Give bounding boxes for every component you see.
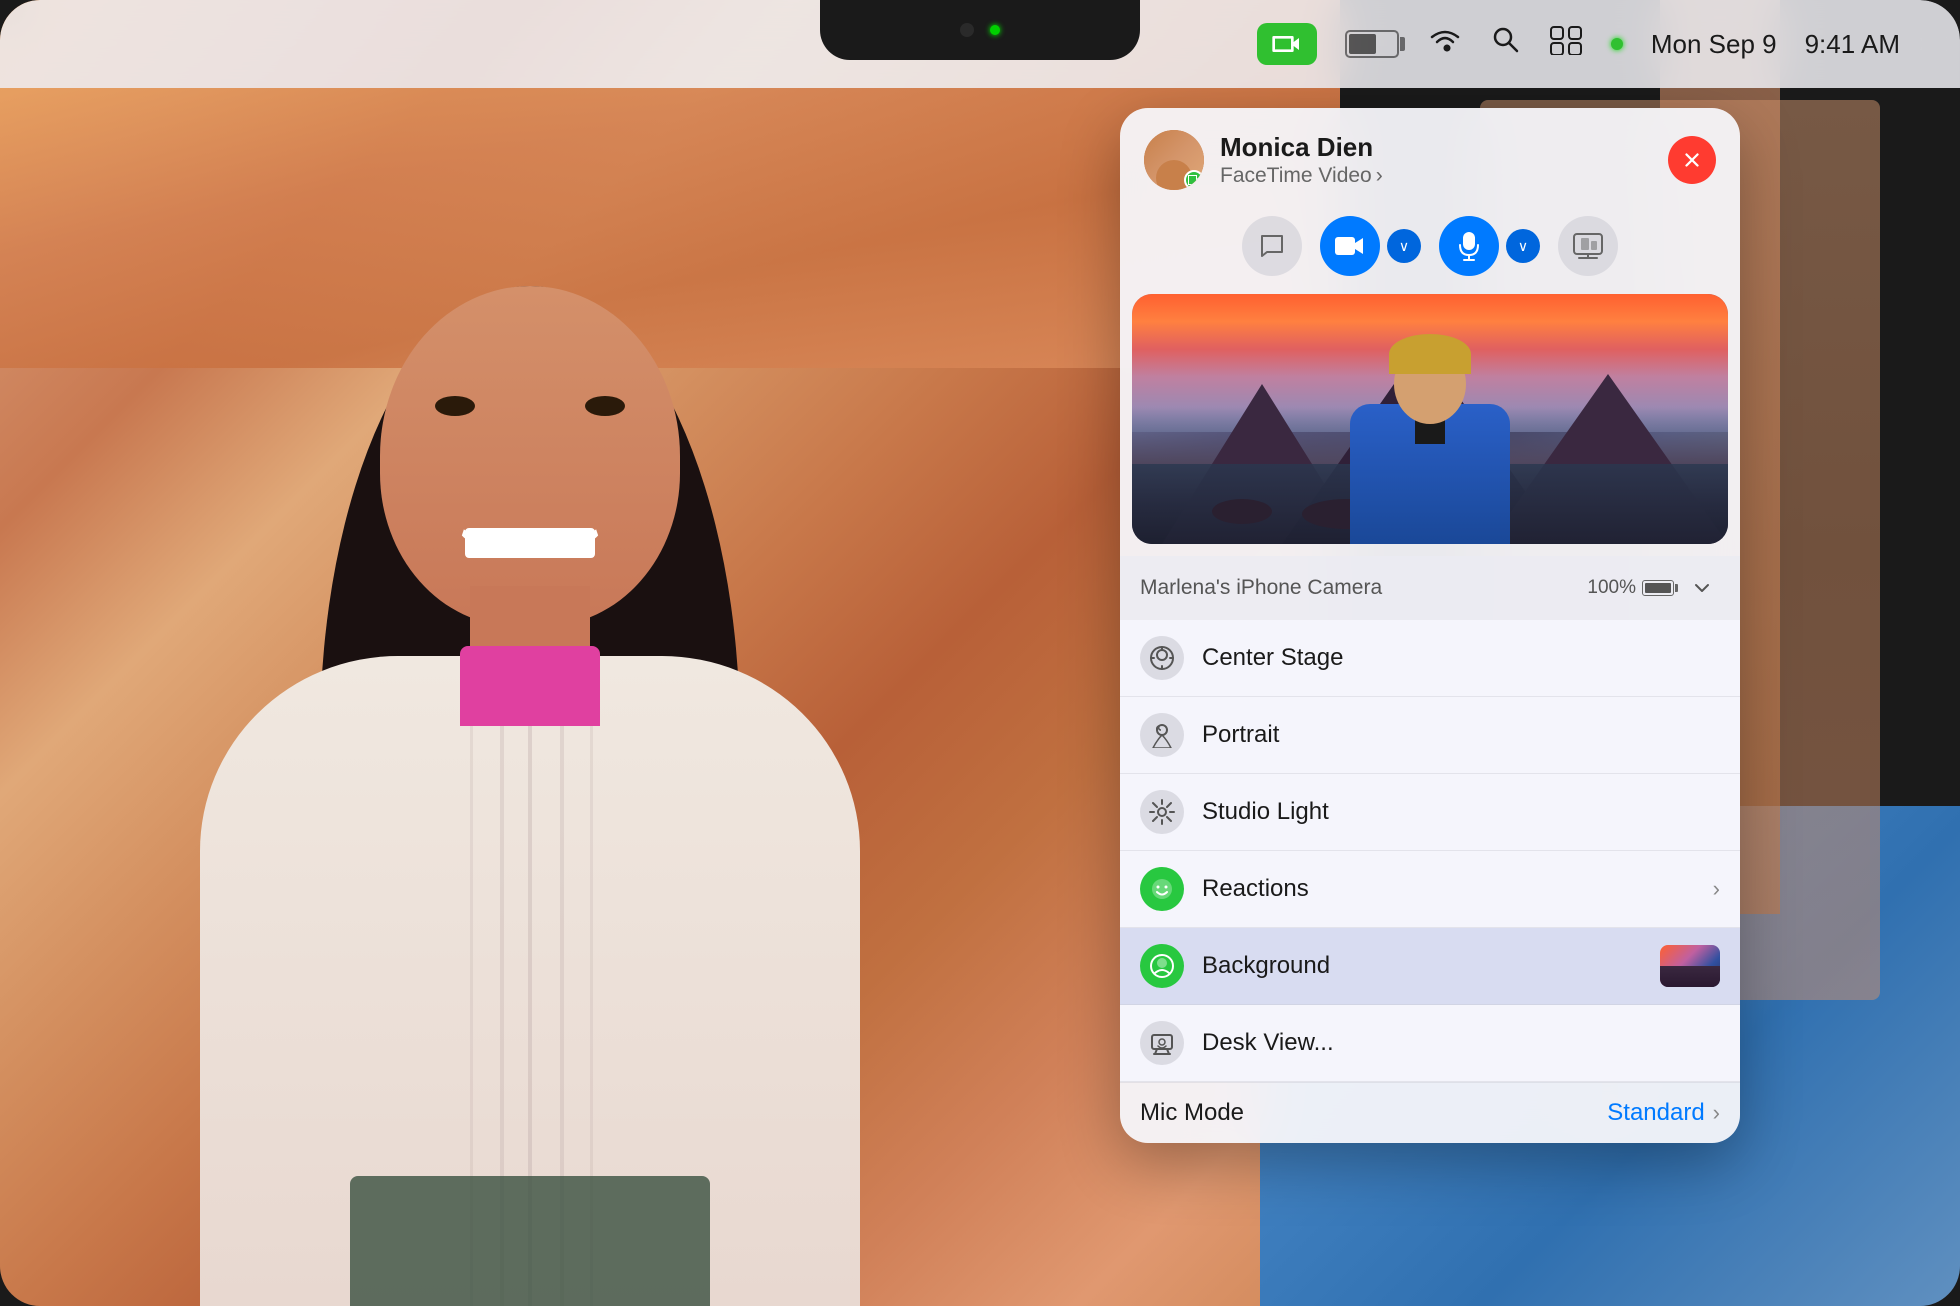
thumb-scene <box>1660 945 1720 987</box>
device-battery: 100% <box>1587 577 1674 599</box>
active-indicator <box>1611 38 1623 50</box>
caller-avatar <box>1144 130 1204 190</box>
camera-notch <box>820 0 1140 60</box>
undershirt-collar <box>460 646 600 726</box>
battery-fill <box>1349 34 1377 54</box>
right-eye <box>585 396 625 416</box>
call-type[interactable]: FaceTime Video › <box>1220 164 1652 188</box>
desk-view-label: Desk View... <box>1202 1029 1720 1057</box>
menu-items-list: Center Stage Portrait <box>1120 620 1740 1082</box>
controls-bar: ∨ ∨ <box>1120 208 1740 294</box>
camera-control-group: ∨ <box>1320 216 1421 276</box>
camera-source-name: Marlena's iPhone Camera <box>1140 576 1577 600</box>
camera-source-row: Marlena's iPhone Camera 100% <box>1120 556 1740 620</box>
screen: Mon Sep 9 9:41 AM <box>0 0 1960 1306</box>
control-center-icon[interactable] <box>1549 25 1583 63</box>
mic-icon <box>1458 231 1480 261</box>
studio-light-item[interactable]: Studio Light <box>1120 774 1740 851</box>
preview-hair <box>1389 334 1471 374</box>
reactions-icon <box>1149 876 1175 902</box>
mic-mode-label: Mic Mode <box>1140 1099 1607 1127</box>
screen-share-button[interactable] <box>1558 216 1618 276</box>
desk-view-icon-bg <box>1140 1021 1184 1065</box>
mic-mode-row[interactable]: Mic Mode Standard › <box>1120 1082 1740 1143</box>
mic-chevron-icon: ∨ <box>1518 238 1528 255</box>
portrait-label: Portrait <box>1202 721 1720 749</box>
preview-person <box>1350 364 1510 544</box>
facetime-video-icon <box>1271 28 1303 60</box>
screen-share-icon <box>1573 233 1603 259</box>
mic-dropdown-button[interactable]: ∨ <box>1506 229 1540 263</box>
call-type-chevron: › <box>1376 164 1383 188</box>
small-battery-icon <box>1642 580 1674 596</box>
person-face <box>380 286 680 626</box>
reactions-chevron-icon: › <box>1713 876 1720 902</box>
camera-dropdown-button[interactable]: ∨ <box>1387 229 1421 263</box>
studio-light-label: Studio Light <box>1202 798 1720 826</box>
background-thumbnail <box>1660 945 1720 987</box>
mic-mode-chevron-icon: › <box>1713 1100 1720 1126</box>
left-eye <box>435 396 475 416</box>
thumb-mountains <box>1660 966 1720 987</box>
preview-jacket <box>1350 404 1510 544</box>
expand-icon <box>1690 576 1714 600</box>
camera-chevron-icon: ∨ <box>1399 238 1409 255</box>
chair <box>350 1176 710 1306</box>
camera-icon <box>1334 234 1366 258</box>
message-icon <box>1258 232 1286 260</box>
facetime-panel: Monica Dien FaceTime Video › <box>1120 108 1740 1143</box>
rock-1 <box>1212 499 1272 524</box>
video-preview <box>1132 294 1728 544</box>
battery-indicator <box>1345 30 1399 58</box>
desk-view-item[interactable]: Desk View... <box>1120 1005 1740 1082</box>
time: 9:41 AM <box>1805 29 1900 60</box>
center-stage-icon <box>1149 645 1175 671</box>
background-item[interactable]: Background <box>1120 928 1740 1005</box>
camera-led <box>990 25 1000 35</box>
background-icon-bg <box>1140 944 1184 988</box>
thumb-preview <box>1660 945 1720 987</box>
camera-lens <box>960 23 974 37</box>
wifi-icon[interactable] <box>1427 26 1463 62</box>
mic-button[interactable] <box>1439 216 1499 276</box>
preview-head <box>1394 344 1466 424</box>
close-button[interactable] <box>1668 136 1716 184</box>
expand-button[interactable] <box>1684 570 1720 606</box>
battery-pct: 100% <box>1587 577 1636 599</box>
teeth <box>465 528 595 558</box>
background-label: Background <box>1202 952 1642 980</box>
close-icon <box>1681 149 1703 171</box>
search-icon[interactable] <box>1491 25 1521 63</box>
caller-name: Monica Dien <box>1220 132 1652 163</box>
background-icon <box>1149 953 1175 979</box>
call-type-text: FaceTime Video <box>1220 164 1372 188</box>
avatar-inner <box>1144 130 1204 190</box>
person-area <box>0 106 1100 1306</box>
portrait-item[interactable]: Portrait <box>1120 697 1740 774</box>
reactions-label: Reactions <box>1202 875 1695 903</box>
camera-button[interactable] <box>1320 216 1380 276</box>
portrait-icon <box>1149 722 1175 748</box>
battery-icon <box>1345 30 1399 58</box>
portrait-icon-bg <box>1140 713 1184 757</box>
studio-light-icon-bg <box>1140 790 1184 834</box>
reactions-icon-bg <box>1140 867 1184 911</box>
datetime: Mon Sep 9 <box>1651 29 1777 60</box>
battery-tip <box>1675 584 1678 592</box>
mic-mode-value: Standard <box>1607 1099 1704 1127</box>
center-stage-item[interactable]: Center Stage <box>1120 620 1740 697</box>
caller-info: Monica Dien FaceTime Video › <box>1220 132 1652 187</box>
menu-bar-right: Mon Sep 9 9:41 AM <box>1257 23 1900 65</box>
small-battery-fill <box>1645 583 1671 593</box>
center-stage-icon-bg <box>1140 636 1184 680</box>
studio-light-icon <box>1149 799 1175 825</box>
panel-header: Monica Dien FaceTime Video › <box>1120 108 1740 208</box>
facetime-menu-icon[interactable] <box>1257 23 1317 65</box>
mic-control-group: ∨ <box>1439 216 1540 276</box>
message-button[interactable] <box>1242 216 1302 276</box>
center-stage-label: Center Stage <box>1202 644 1720 672</box>
desk-view-icon <box>1149 1030 1175 1056</box>
reactions-item[interactable]: Reactions › <box>1120 851 1740 928</box>
